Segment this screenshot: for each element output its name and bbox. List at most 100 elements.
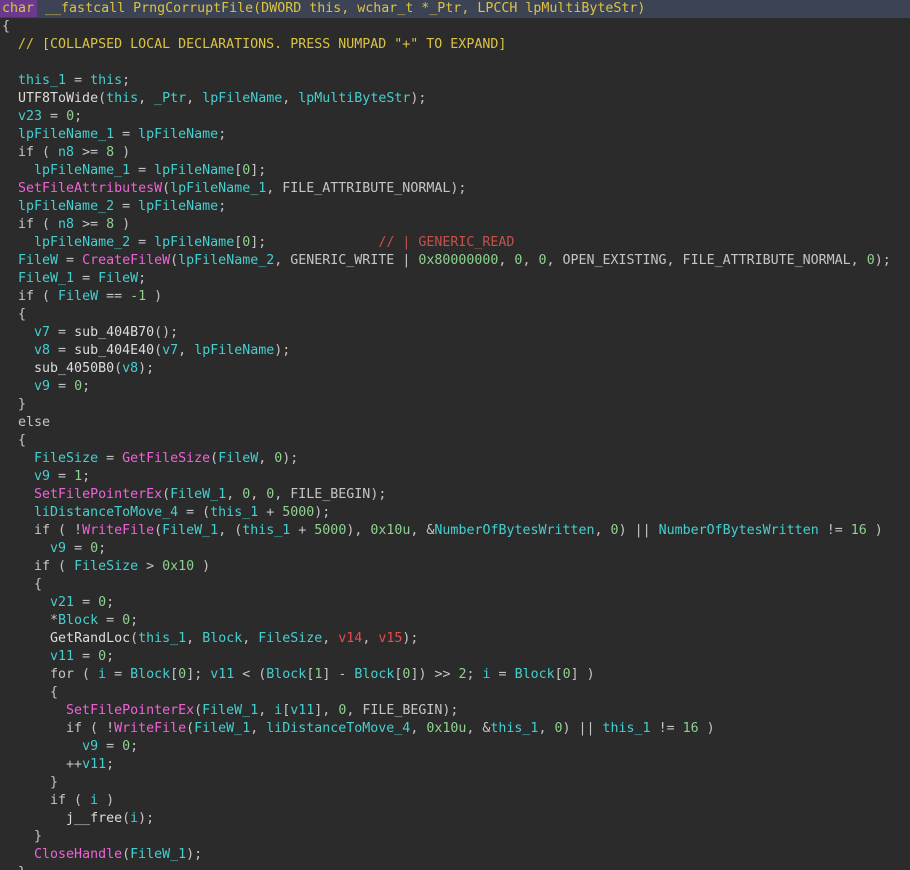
code-token: lpFileName_2: [178, 253, 274, 268]
code-token: lpFileName: [138, 127, 218, 142]
code-token: this_1: [18, 73, 66, 88]
code-token: CreateFileW: [82, 253, 170, 268]
code-line[interactable]: v23 = 0;: [0, 108, 910, 126]
code-token: =: [74, 649, 98, 664]
code-line[interactable]: j__free(i);: [0, 810, 910, 828]
code-token: if (: [2, 559, 74, 574]
code-token: v8: [122, 361, 138, 376]
code-token: v11: [290, 703, 314, 718]
code-line[interactable]: lpFileName_2 = lpFileName[0]; // | GENER…: [0, 234, 910, 252]
code-line[interactable]: UTF8ToWide(this, _Ptr, lpFileName, lpMul…: [0, 90, 910, 108]
code-token: (: [186, 721, 194, 736]
code-token: FileW: [98, 271, 138, 286]
code-token: [2, 541, 50, 556]
code-line[interactable]: {: [0, 18, 910, 36]
code-token: [2, 379, 34, 394]
code-token: Block: [515, 667, 555, 682]
code-token: (: [210, 451, 218, 466]
code-line[interactable]: FileW_1 = FileW;: [0, 270, 910, 288]
code-line[interactable]: v9 = 0;: [0, 378, 910, 396]
code-token: v11: [210, 667, 234, 682]
code-line[interactable]: SetFileAttributesW(lpFileName_1, FILE_AT…: [0, 180, 910, 198]
code-token: (: [114, 361, 122, 376]
code-line[interactable]: SetFilePointerEx(FileW_1, 0, 0, FILE_BEG…: [0, 486, 910, 504]
code-line[interactable]: if ( !WriteFile(FileW_1, (this_1 + 5000)…: [0, 522, 910, 540]
code-token: 0: [611, 523, 619, 538]
code-token: SetFilePointerEx: [34, 487, 162, 502]
code-line[interactable]: else: [0, 414, 910, 432]
code-token: ,: [282, 91, 298, 106]
pseudocode-view[interactable]: char __fastcall PrngCorruptFile(DWORD th…: [0, 0, 910, 870]
code-line[interactable]: *Block = 0;: [0, 612, 910, 630]
code-line[interactable]: {: [0, 306, 910, 324]
code-line[interactable]: GetRandLoc(this_1, Block, FileSize, v14,…: [0, 630, 910, 648]
code-token: ): [699, 721, 715, 736]
code-line[interactable]: {: [0, 576, 910, 594]
code-token: [: [170, 667, 178, 682]
code-token: ;: [106, 595, 114, 610]
code-token: [2, 505, 34, 520]
code-token: [2, 469, 34, 484]
code-line[interactable]: }: [0, 396, 910, 414]
code-line[interactable]: // [COLLAPSED LOCAL DECLARATIONS. PRESS …: [0, 36, 910, 54]
code-token: Block: [266, 667, 306, 682]
code-token: >=: [74, 145, 106, 160]
code-line[interactable]: {: [0, 432, 910, 450]
code-token: =: [50, 469, 74, 484]
code-line[interactable]: }: [0, 774, 910, 792]
code-line[interactable]: sub_4050B0(v8);: [0, 360, 910, 378]
code-token: (: [122, 811, 130, 826]
code-line[interactable]: if ( FileSize > 0x10 ): [0, 558, 910, 576]
code-line[interactable]: v9 = 0;: [0, 738, 910, 756]
code-token: [2, 811, 66, 826]
code-line[interactable]: SetFilePointerEx(FileW_1, i[v11], 0, FIL…: [0, 702, 910, 720]
code-line[interactable]: CloseHandle(FileW_1);: [0, 846, 910, 864]
highlighted-word[interactable]: char: [0, 0, 37, 17]
code-line[interactable]: lpFileName_2 = lpFileName;: [0, 198, 910, 216]
code-line[interactable]: v21 = 0;: [0, 594, 910, 612]
code-line[interactable]: }: [0, 864, 910, 870]
code-token: 0: [98, 595, 106, 610]
code-token: ;: [130, 613, 138, 628]
code-line[interactable]: liDistanceToMove_4 = (this_1 + 5000);: [0, 504, 910, 522]
code-token: _Ptr: [154, 91, 186, 106]
code-line[interactable]: for ( i = Block[0]; v11 < (Block[1] - Bl…: [0, 666, 910, 684]
code-token: ,: [186, 91, 202, 106]
code-line[interactable]: ++v11;: [0, 756, 910, 774]
code-line[interactable]: if ( FileW == -1 ): [0, 288, 910, 306]
code-token: ;: [82, 379, 90, 394]
code-token: Block: [202, 631, 242, 646]
code-line[interactable]: v9 = 1;: [0, 468, 910, 486]
code-line[interactable]: }: [0, 828, 910, 846]
code-line[interactable]: if ( !WriteFile(FileW_1, liDistanceToMov…: [0, 720, 910, 738]
code-line[interactable]: FileSize = GetFileSize(FileW, 0);: [0, 450, 910, 468]
code-token: if (: [2, 289, 58, 304]
code-line[interactable]: if ( n8 >= 8 ): [0, 216, 910, 234]
code-token: (: [98, 91, 106, 106]
code-token: ;: [218, 199, 226, 214]
code-token: FileW_1: [18, 271, 74, 286]
code-token: ,: [498, 253, 514, 268]
code-token: (: [162, 487, 170, 502]
code-token: Block: [354, 667, 394, 682]
code-token: , FILE_BEGIN);: [274, 487, 386, 502]
code-line[interactable]: [0, 54, 910, 72]
code-line[interactable]: lpFileName_1 = lpFileName[0];: [0, 162, 910, 180]
code-line[interactable]: if ( n8 >= 8 ): [0, 144, 910, 162]
code-line[interactable]: {: [0, 684, 910, 702]
code-token: ;: [106, 757, 114, 772]
code-line[interactable]: lpFileName_1 = lpFileName;: [0, 126, 910, 144]
code-token: 0: [98, 649, 106, 664]
code-line[interactable]: this_1 = this;: [0, 72, 910, 90]
code-line[interactable]: v9 = 0;: [0, 540, 910, 558]
code-line[interactable]: v11 = 0;: [0, 648, 910, 666]
code-line-current[interactable]: char __fastcall PrngCorruptFile(DWORD th…: [0, 0, 910, 18]
code-token: =: [106, 667, 130, 682]
code-line[interactable]: v8 = sub_404E40(v7, lpFileName);: [0, 342, 910, 360]
code-line[interactable]: if ( i ): [0, 792, 910, 810]
code-line[interactable]: FileW = CreateFileW(lpFileName_2, GENERI…: [0, 252, 910, 270]
code-token: GetFileSize: [122, 451, 210, 466]
code-line[interactable]: v7 = sub_404B70();: [0, 324, 910, 342]
code-token: =: [50, 379, 74, 394]
code-token: (: [162, 181, 170, 196]
